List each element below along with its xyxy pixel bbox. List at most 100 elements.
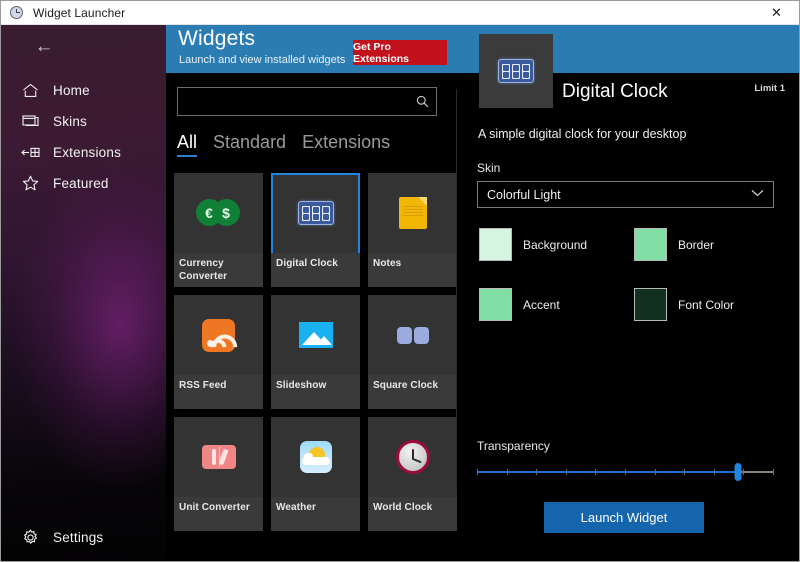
color-swatch[interactable] bbox=[634, 288, 667, 321]
widget-name: Notes bbox=[368, 253, 457, 287]
widget-name: World Clock bbox=[368, 497, 457, 531]
gear-icon bbox=[13, 527, 47, 547]
home-icon bbox=[13, 80, 47, 100]
sidebar-nav: Home Skins Extensions bbox=[1, 75, 166, 199]
skin-dropdown[interactable]: Colorful Light bbox=[477, 181, 774, 208]
widget-thumbnail bbox=[368, 295, 457, 375]
widget-thumbnail bbox=[271, 173, 360, 253]
sidebar-item-home[interactable]: Home bbox=[1, 75, 166, 105]
sidebar-item-settings[interactable]: Settings bbox=[1, 522, 166, 552]
slider-ticks bbox=[477, 469, 774, 475]
filter-tabs: All Standard Extensions bbox=[177, 125, 390, 157]
currency-icon: €$ bbox=[196, 199, 242, 227]
color-swatches: Background Border Accent Font Color bbox=[479, 228, 779, 321]
color-swatch[interactable] bbox=[479, 288, 512, 321]
page-title: Widgets bbox=[178, 27, 255, 51]
sidebar-item-featured[interactable]: Featured bbox=[1, 168, 166, 198]
close-icon[interactable]: ✕ bbox=[754, 1, 799, 24]
widget-tile-digital-clock[interactable]: Digital Clock bbox=[271, 173, 360, 287]
widget-thumbnail bbox=[271, 417, 360, 497]
widget-browser: All Standard Extensions €$ Currency Conv… bbox=[166, 73, 466, 562]
chevron-down-icon bbox=[751, 189, 764, 200]
swatch-label: Background bbox=[523, 238, 587, 252]
sidebar-item-label: Home bbox=[53, 83, 90, 98]
widget-tile-rss-feed[interactable]: RSS Feed bbox=[174, 295, 263, 409]
widget-name: Unit Converter bbox=[174, 497, 263, 531]
widget-name: Currency Converter bbox=[174, 253, 263, 287]
widget-name: Weather bbox=[271, 497, 360, 531]
sidebar-item-label: Settings bbox=[53, 530, 103, 545]
world-clock-icon bbox=[396, 440, 430, 474]
get-pro-extensions-button[interactable]: Get Pro Extensions bbox=[352, 39, 448, 66]
widget-name: Digital Clock bbox=[271, 253, 360, 287]
widget-tile-currency-converter[interactable]: €$ Currency Converter bbox=[174, 173, 263, 287]
rss-icon bbox=[202, 319, 235, 352]
launch-widget-button[interactable]: Launch Widget bbox=[544, 502, 704, 533]
panel-divider bbox=[456, 89, 457, 489]
tab-extensions[interactable]: Extensions bbox=[302, 133, 390, 157]
skin-selected-value: Colorful Light bbox=[487, 188, 561, 202]
swatch-label: Font Color bbox=[678, 298, 734, 312]
sidebar-item-extensions[interactable]: Extensions bbox=[1, 137, 166, 167]
detail-description: A simple digital clock for your desktop bbox=[478, 127, 686, 141]
widget-tile-notes[interactable]: Notes bbox=[368, 173, 457, 287]
notes-icon bbox=[399, 197, 427, 229]
limit-badge: Limit 1 bbox=[754, 83, 785, 94]
tab-standard[interactable]: Standard bbox=[213, 133, 286, 157]
slider-thumb[interactable] bbox=[735, 463, 742, 481]
sidebar: ← Home Skins bbox=[1, 25, 166, 562]
widget-name: Square Clock bbox=[368, 375, 457, 409]
widget-name: RSS Feed bbox=[174, 375, 263, 409]
detail-title: Digital Clock bbox=[562, 81, 668, 103]
unit-converter-icon bbox=[202, 445, 236, 469]
slideshow-icon bbox=[299, 322, 333, 348]
widget-tile-weather[interactable]: Weather bbox=[271, 417, 360, 531]
swatch-background: Background bbox=[479, 228, 634, 261]
swatch-label: Border bbox=[678, 238, 714, 252]
star-icon bbox=[13, 173, 47, 193]
weather-icon bbox=[300, 441, 332, 473]
color-swatch[interactable] bbox=[479, 228, 512, 261]
widget-tile-world-clock[interactable]: World Clock bbox=[368, 417, 457, 531]
transparency-label: Transparency bbox=[477, 439, 550, 453]
widget-tile-unit-converter[interactable]: Unit Converter bbox=[174, 417, 263, 531]
clock-icon bbox=[9, 5, 25, 21]
widget-tile-square-clock[interactable]: Square Clock bbox=[368, 295, 457, 409]
widget-thumbnail: €$ bbox=[174, 173, 263, 253]
back-button[interactable]: ← bbox=[29, 33, 59, 59]
title-bar: Widget Launcher ✕ bbox=[1, 1, 799, 25]
tab-all[interactable]: All bbox=[177, 133, 197, 157]
window-title: Widget Launcher bbox=[33, 6, 125, 20]
widget-name: Slideshow bbox=[271, 375, 360, 409]
widget-tile-slideshow[interactable]: Slideshow bbox=[271, 295, 360, 409]
widget-detail-panel: Digital Clock Limit 1 A simple digital c… bbox=[466, 73, 799, 562]
swatch-font-color: Font Color bbox=[634, 288, 789, 321]
digital-clock-icon bbox=[298, 201, 334, 225]
extensions-icon bbox=[13, 142, 47, 162]
widget-grid: €$ Currency Converter Digital Clock Note… bbox=[174, 173, 458, 531]
widget-thumbnail bbox=[368, 173, 457, 253]
search-input[interactable] bbox=[178, 88, 408, 115]
square-clock-icon bbox=[397, 327, 429, 344]
widget-thumbnail bbox=[174, 295, 263, 375]
detail-thumbnail bbox=[479, 34, 553, 108]
sidebar-item-label: Featured bbox=[53, 176, 109, 191]
swatch-border: Border bbox=[634, 228, 789, 261]
widget-thumbnail bbox=[271, 295, 360, 375]
digital-clock-icon bbox=[498, 59, 534, 83]
sidebar-item-label: Extensions bbox=[53, 145, 121, 160]
swatch-label: Accent bbox=[523, 298, 560, 312]
swatch-accent: Accent bbox=[479, 288, 634, 321]
search-icon[interactable] bbox=[408, 88, 436, 115]
window-icon bbox=[13, 111, 47, 131]
color-swatch[interactable] bbox=[634, 228, 667, 261]
skin-label: Skin bbox=[477, 161, 500, 175]
search-box[interactable] bbox=[177, 87, 437, 116]
widget-launcher-window: Widget Launcher ✕ ← Home Skins bbox=[0, 0, 800, 562]
sidebar-item-skins[interactable]: Skins bbox=[1, 106, 166, 136]
widget-thumbnail bbox=[368, 417, 457, 497]
widget-thumbnail bbox=[174, 417, 263, 497]
transparency-slider[interactable] bbox=[477, 463, 774, 481]
page-subtitle: Launch and view installed widgets bbox=[179, 54, 345, 66]
sidebar-item-label: Skins bbox=[53, 114, 87, 129]
